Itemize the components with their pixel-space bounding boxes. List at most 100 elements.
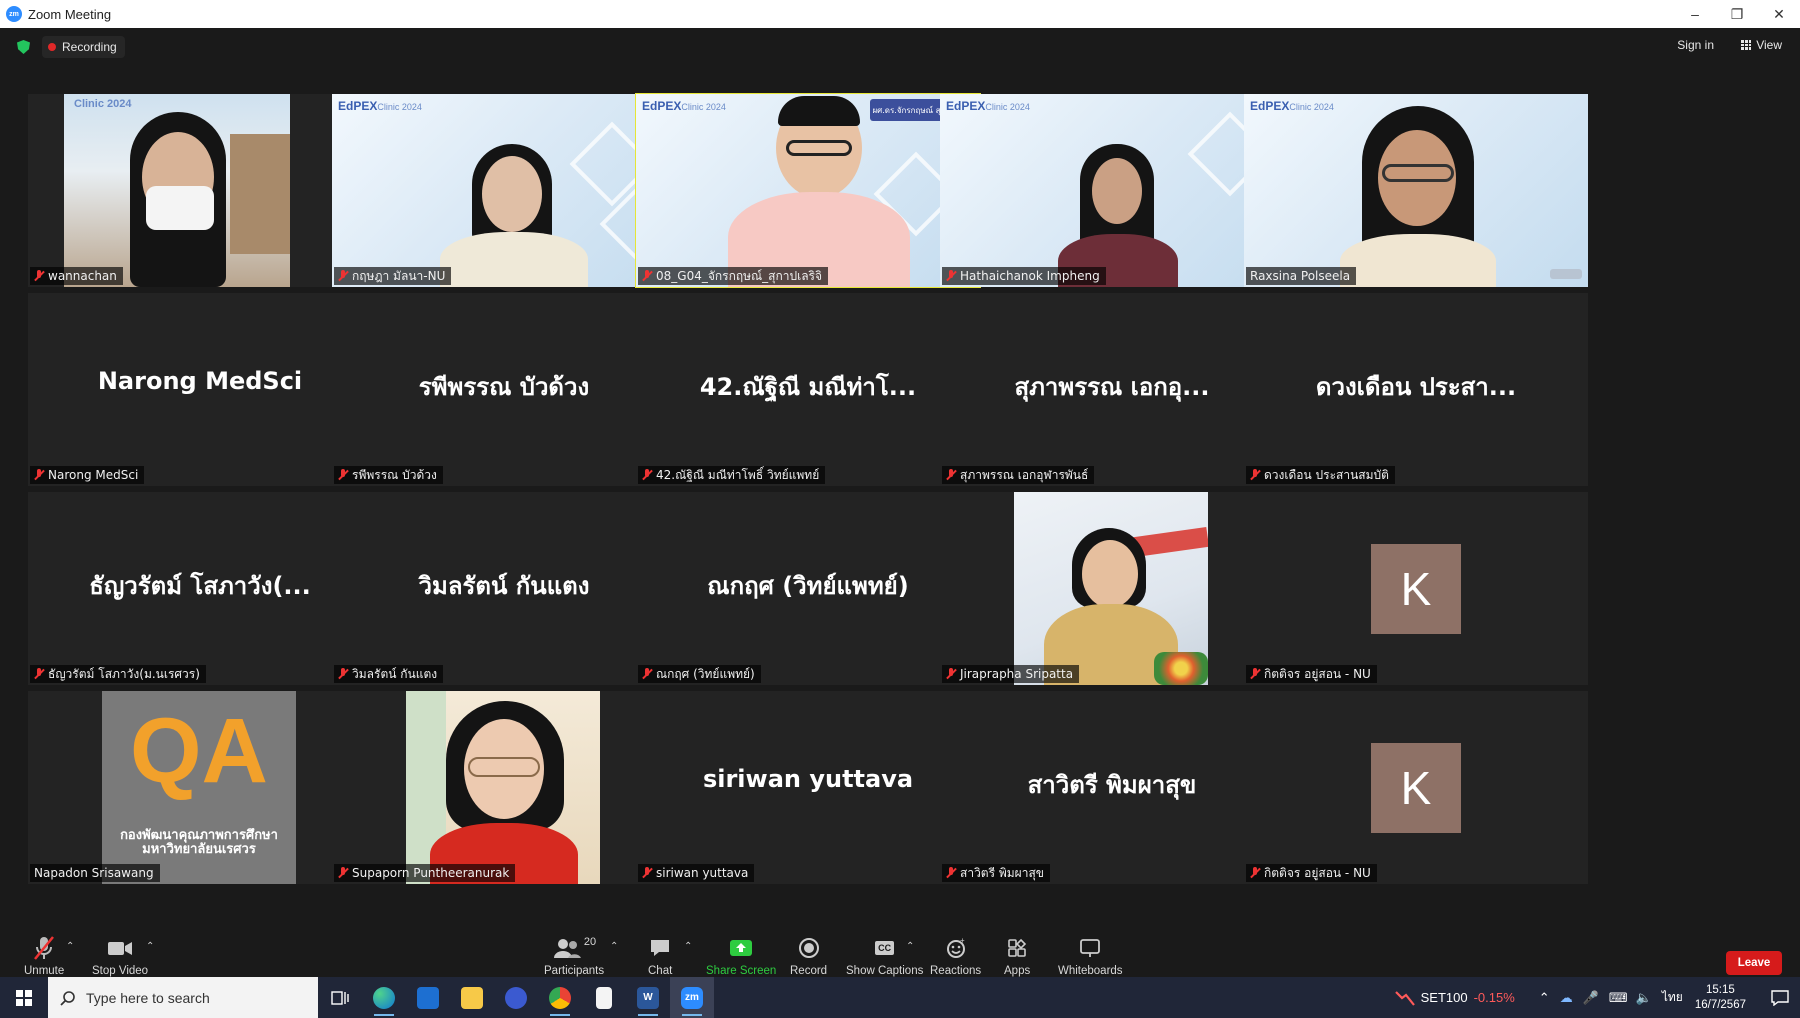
participants-options-caret[interactable]: ⌃	[610, 941, 618, 952]
onedrive-cloud-icon[interactable]: ☁	[1560, 990, 1573, 1006]
window-title-bar: zm Zoom Meeting – ❐ ✕	[0, 0, 1800, 28]
notepad-taskbar-button[interactable]	[582, 977, 626, 1018]
minimize-button[interactable]: –	[1674, 0, 1716, 28]
video-tile[interactable]: สาวิตรี พิมผาสุข สาวิตรี พิมผาสุข	[940, 691, 1284, 884]
participant-video: EdPEXClinic 2024	[940, 94, 1284, 287]
whiteboards-button[interactable]: Whiteboards	[1058, 935, 1123, 977]
captions-options-caret[interactable]: ⌃	[906, 941, 914, 952]
taskbar-search-box[interactable]: Type here to search	[48, 977, 318, 1018]
microphone-icon[interactable]: 🎤	[1583, 990, 1599, 1006]
participant-name-tag: กฤษฎา มัลนา-NU	[334, 267, 452, 285]
reactions-button[interactable]: + Reactions	[930, 935, 981, 977]
close-window-button[interactable]: ✕	[1758, 0, 1800, 28]
recording-label: Recording	[62, 40, 117, 54]
muted-mic-icon	[1250, 668, 1260, 680]
participant-name-tag: วิมลรัตน์ กันแตง	[334, 665, 444, 683]
start-button[interactable]	[0, 977, 48, 1018]
video-tile[interactable]: Clinic 2024 wannachan	[28, 94, 372, 287]
edge-taskbar-button[interactable]	[362, 977, 406, 1018]
participants-icon: 20	[552, 935, 596, 961]
notifications-button[interactable]	[1760, 977, 1800, 1018]
video-tile-active-speaker[interactable]: EdPEXClinic 2024 ผศ.ดร.จักรกฤษณ์ สุกาปเล…	[635, 93, 981, 288]
sign-in-button[interactable]: Sign in	[1677, 38, 1714, 52]
clock[interactable]: 15:15 16/7/2567	[1695, 983, 1746, 1013]
video-tile[interactable]: K กิตติจร อยู่สอน - NU	[1244, 691, 1588, 884]
muted-mic-icon	[338, 867, 348, 879]
video-tile[interactable]: Narong MedSci Narong MedSci	[28, 293, 372, 486]
file-explorer-taskbar-button[interactable]	[450, 977, 494, 1018]
video-tile[interactable]: ดวงเดือน ประสา... ดวงเดือน ประสานสมบัติ	[1244, 293, 1588, 486]
volume-icon[interactable]: 🔈	[1636, 990, 1652, 1006]
muted-mic-icon	[34, 668, 44, 680]
task-view-button[interactable]	[318, 977, 362, 1018]
muted-mic-icon	[946, 469, 956, 481]
share-screen-button[interactable]: Share Screen	[706, 935, 776, 977]
participant-display-name: ธัญวรัตม์ โสภาวัง(...	[89, 572, 311, 600]
input-language-indicator[interactable]: ไทย	[1662, 988, 1683, 1007]
chat-button[interactable]: Chat	[648, 935, 672, 977]
participant-name-tag: siriwan yuttava	[638, 864, 755, 882]
video-tile[interactable]: ณกฤศ (วิทย์แพทย์) ณกฤศ (วิทย์แพทย์)	[636, 492, 980, 685]
network-icon[interactable]: ⌨	[1609, 990, 1628, 1006]
whiteboard-icon	[1079, 935, 1101, 961]
participant-name-tag: ณกฤศ (วิทย์แพทย์)	[638, 665, 761, 683]
participant-name-tag: Napadon Srisawang	[30, 864, 160, 882]
video-tile[interactable]: K กิตติจร อยู่สอน - NU	[1244, 492, 1588, 685]
participant-name-tag: 08_G04_จักรกฤษณ์_สุกาปเลริจิ	[638, 267, 829, 285]
qa-logo: QA กองพัฒนาคุณภาพการศึกษา มหาวิทยาลัยนเรศ…	[102, 691, 296, 884]
chat-options-caret[interactable]: ⌃	[684, 941, 692, 952]
video-tile[interactable]: siriwan yuttava siriwan yuttava	[636, 691, 980, 884]
recording-dot-icon	[48, 43, 56, 51]
video-tile[interactable]: วิมลรัตน์ กันแตง วิมลรัตน์ กันแตง	[332, 492, 676, 685]
video-tile[interactable]: สุภาพรรณ เอกอุ... สุภาพรรณ เอกอุฬารพันธ์	[940, 293, 1284, 486]
participants-count: 20	[583, 936, 597, 948]
participant-video: Clinic 2024	[64, 94, 290, 287]
show-hidden-icons-chevron-icon[interactable]: ⌃	[1539, 990, 1550, 1006]
stock-ticker-widget[interactable]: SET100 -0.15%	[1394, 989, 1515, 1007]
video-tile[interactable]: รพีพรรณ บัวด้วง รพีพรรณ บัวด้วง	[332, 293, 676, 486]
video-tile[interactable]: Jiraprapha Sripatta	[940, 492, 1284, 685]
video-tile[interactable]: 42.ณัฐิณี มณีท่าโ... 42.ณัฐิณี มณีท่าโพธ…	[636, 293, 980, 486]
word-taskbar-button[interactable]: W	[626, 977, 670, 1018]
apps-button[interactable]: Apps	[1004, 935, 1030, 977]
video-tile[interactable]: EdPEXClinic 2024 Hathaichanok Impheng	[940, 94, 1284, 287]
record-button[interactable]: Record	[790, 935, 827, 977]
participant-name-tag: Narong MedSci	[30, 466, 145, 484]
video-tile[interactable]: QA กองพัฒนาคุณภาพการศึกษา มหาวิทยาลัยนเรศ…	[28, 691, 372, 884]
avatar: K	[1371, 544, 1461, 634]
video-tile[interactable]: EdPEXClinic 2024 กฤษฎา มัลนา-NU	[332, 94, 676, 287]
teams-taskbar-button[interactable]	[494, 977, 538, 1018]
smiley-icon: +	[945, 935, 967, 961]
video-tile[interactable]: Supaporn Puntheeranurak	[332, 691, 676, 884]
svg-text:+: +	[960, 937, 965, 945]
store-taskbar-button[interactable]	[406, 977, 450, 1018]
view-button[interactable]: View	[1741, 38, 1782, 52]
restore-button[interactable]: ❐	[1716, 0, 1758, 28]
unmute-button[interactable]: Unmute	[24, 935, 64, 977]
video-tile[interactable]: ธัญวรัตม์ โสภาวัง(... ธัญวรัตม์ โสภาวัง(…	[28, 492, 372, 685]
chrome-icon	[549, 986, 571, 1009]
ticker-change: -0.15%	[1473, 990, 1515, 1005]
muted-mic-icon	[642, 469, 652, 481]
video-camera-icon	[107, 935, 133, 961]
participants-button[interactable]: 20 Participants	[544, 935, 604, 977]
zoom-taskbar-button[interactable]: zm	[670, 977, 714, 1018]
video-tile[interactable]: EdPEXClinic 2024 Raxsina Polseela	[1244, 94, 1588, 287]
zoom-icon: zm	[681, 986, 703, 1009]
recording-indicator[interactable]: Recording	[42, 36, 125, 58]
stop-video-button[interactable]: Stop Video	[92, 935, 148, 977]
audio-options-caret[interactable]: ⌃	[66, 941, 74, 952]
participant-name-tag: wannachan	[30, 267, 123, 285]
leave-button[interactable]: Leave	[1726, 951, 1782, 975]
edpex-logo: EdPEXClinic 2024	[642, 99, 726, 113]
muted-mic-icon	[642, 867, 652, 879]
glasses	[1382, 164, 1454, 182]
chrome-taskbar-button[interactable]	[538, 977, 582, 1018]
record-icon	[798, 935, 820, 961]
participant-face	[1092, 158, 1142, 224]
participant-display-name: siriwan yuttava	[702, 765, 914, 793]
view-label: View	[1756, 38, 1782, 52]
video-options-caret[interactable]: ⌃	[146, 941, 154, 952]
search-placeholder: Type here to search	[86, 989, 210, 1006]
security-shield-icon[interactable]	[17, 40, 30, 54]
